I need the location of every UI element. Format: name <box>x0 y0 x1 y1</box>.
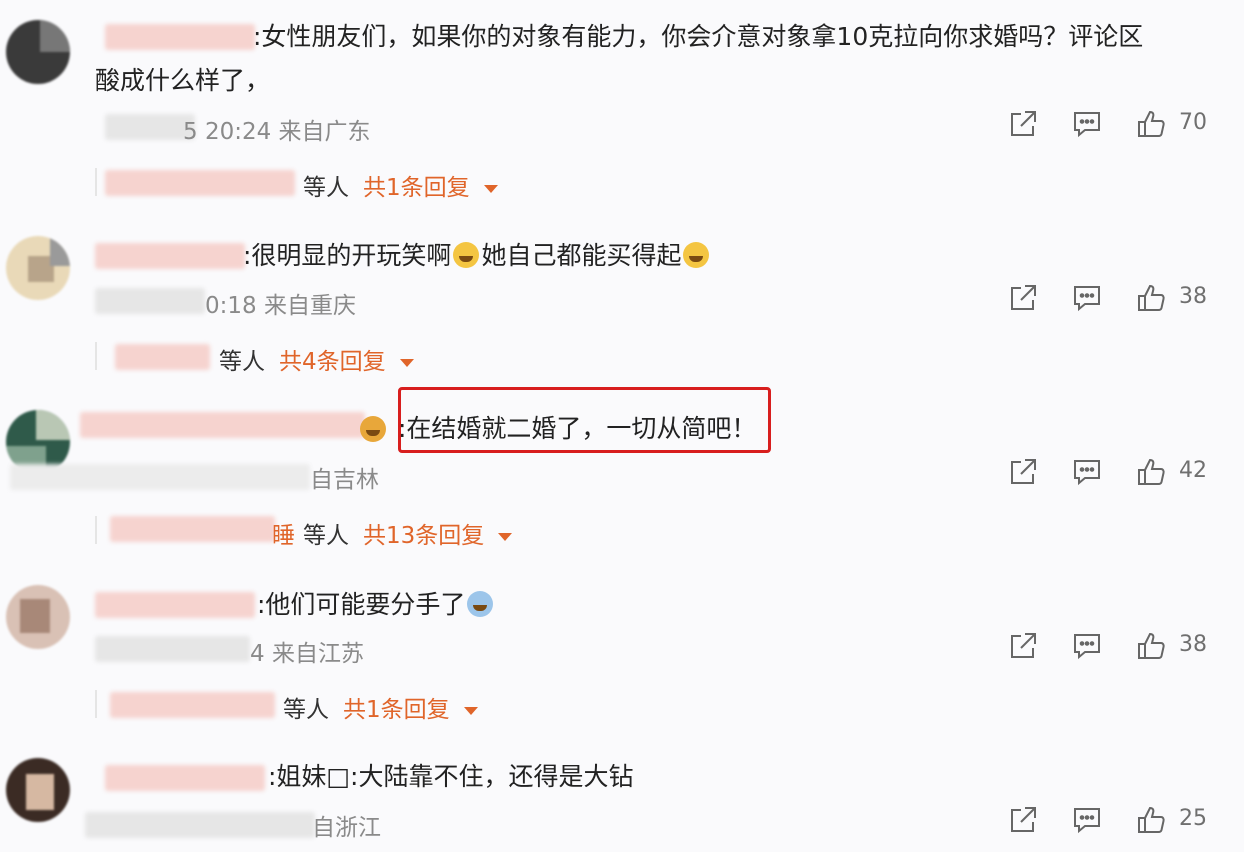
comment-meta: 自浙江 <box>312 815 381 841</box>
like-button[interactable] <box>1135 804 1171 840</box>
comment-actions: 25 <box>1005 804 1235 844</box>
comment-button[interactable] <box>1071 804 1107 840</box>
thumbs-up-icon <box>1138 806 1165 833</box>
username-redacted[interactable] <box>105 765 265 791</box>
avatar[interactable] <box>6 758 70 822</box>
timestamp-redacted <box>85 812 315 838</box>
share-icon <box>1011 807 1036 832</box>
comment-item: :姐妹□:大陆靠不住，还得是大钻 自浙江 25 <box>0 0 1244 852</box>
share-button[interactable] <box>1007 804 1043 840</box>
comment-icon <box>1074 808 1100 834</box>
like-count: 25 <box>1179 806 1207 831</box>
comment-text: :姐妹□:大陆靠不住，还得是大钻 <box>268 762 634 791</box>
